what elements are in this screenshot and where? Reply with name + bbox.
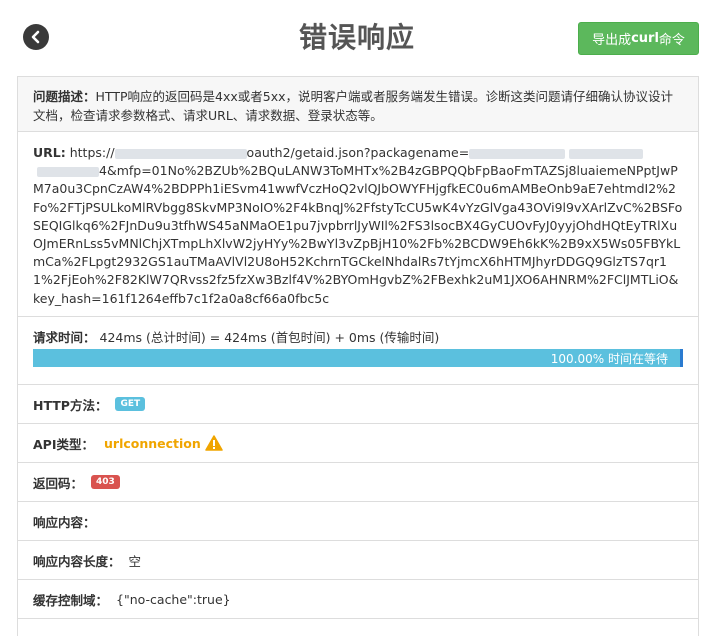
timing-row: 请求时间： 424ms (总计时间) = 424ms (首包时间) + 0ms …: [18, 317, 698, 385]
response-body-row: 响应内容：: [18, 502, 698, 541]
http-method-label: HTTP方法：: [33, 397, 108, 413]
redacted-package-3: [37, 166, 99, 177]
cache-control-value: {"no-cache":true}: [116, 591, 231, 607]
response-body-label: 响应内容：: [33, 514, 96, 530]
description-label: 问题描述：: [33, 89, 96, 104]
status-code-row: 返回码： 403: [18, 463, 698, 502]
url-query[interactable]: 4&mfp=01No%2BZUb%2BQuLANW3ToMHTx%2B4zGBP…: [33, 163, 682, 305]
cache-control-label: 缓存控制域：: [33, 592, 109, 608]
timing-text: 424ms (总计时间) = 424ms (首包时间) + 0ms (传输时间): [99, 330, 440, 345]
export-label-bold: curl: [631, 31, 659, 46]
export-label-prefix: 导出成: [592, 33, 632, 48]
timing-progress-fill: 100.00% 时间在等待: [33, 349, 680, 367]
detail-panel: 问题描述：HTTP响应的返回码是4xx或者5xx，说明客户端或者服务端发生错误。…: [17, 76, 699, 636]
response-length-value: 空: [128, 553, 142, 569]
description-row: 问题描述：HTTP响应的返回码是4xx或者5xx，说明客户端或者服务端发生错误。…: [18, 77, 698, 132]
timing-progress-bar: 100.00% 时间在等待: [33, 349, 683, 367]
redacted-package: [469, 148, 566, 159]
http-method-row: HTTP方法： GET: [18, 385, 698, 424]
api-type-label: API类型：: [33, 436, 94, 452]
description-text: HTTP响应的返回码是4xx或者5xx，说明客户端或者服务端发生错误。诊断这类问…: [33, 89, 674, 123]
cache-control-row: 缓存控制域： {"no-cache":true}: [18, 580, 698, 619]
url-label: URL:: [33, 145, 66, 160]
redacted-host: [114, 148, 247, 159]
url-prefix: https://: [69, 145, 115, 160]
header: 错误响应 导出成 curl 命令: [0, 0, 714, 76]
response-length-row: 响应内容长度： 空: [18, 541, 698, 580]
http-method-badge: GET: [115, 397, 146, 411]
url-path: oauth2/getaid.json?packagename=: [246, 145, 470, 160]
warning-icon: [205, 435, 223, 451]
timing-label: 请求时间：: [33, 330, 96, 345]
redacted-package-2: [569, 148, 644, 159]
status-code-badge: 403: [91, 475, 120, 489]
export-curl-button[interactable]: 导出成 curl 命令: [578, 22, 699, 55]
api-type-row: API类型： urlconnection: [18, 424, 698, 463]
status-code-label: 返回码：: [33, 475, 84, 491]
api-type-value: urlconnection: [104, 435, 201, 451]
url-row: URL: https:// oauth2/getaid.json?packagen…: [18, 132, 698, 317]
export-label-suffix: 命令: [658, 33, 685, 48]
response-length-label: 响应内容长度：: [33, 553, 121, 569]
